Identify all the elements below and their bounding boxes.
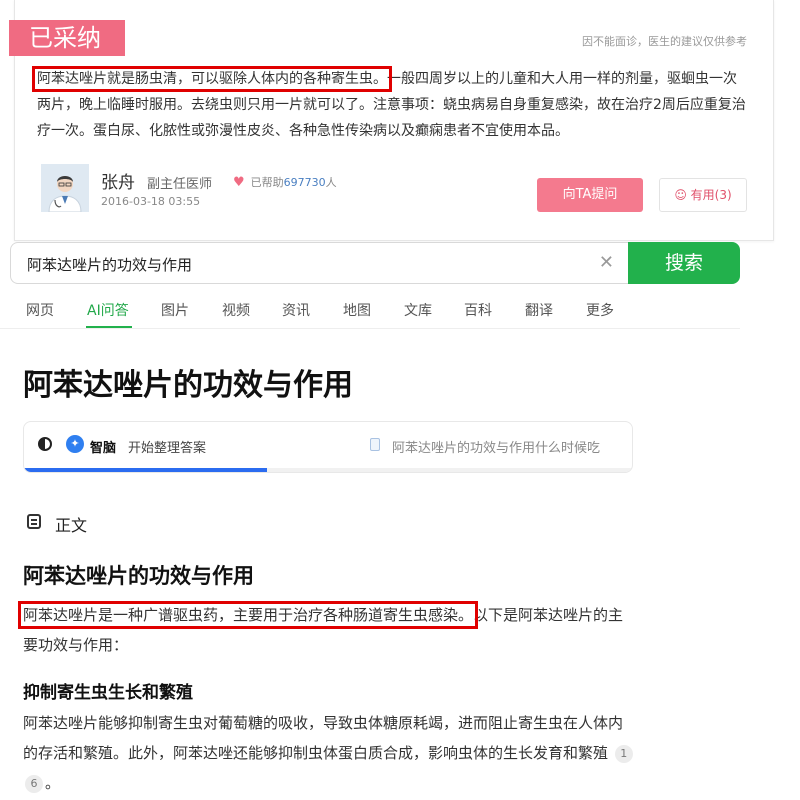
- search-input[interactable]: 阿苯达唑片的功效与作用 ✕: [10, 242, 628, 284]
- search-button[interactable]: 搜索: [628, 242, 740, 284]
- search-tabs: 网页 AI问答 图片 视频 资讯 地图 文库 百科 翻译 更多: [0, 300, 740, 328]
- tab-library[interactable]: 文库: [404, 300, 432, 320]
- disclaimer-text: 因不能面诊，医生的建议仅供参考: [582, 35, 747, 48]
- tab-web[interactable]: 网页: [26, 300, 54, 320]
- helped-number: 697730: [283, 176, 326, 189]
- answer-card: 已采纳 因不能面诊，医生的建议仅供参考 阿苯达唑片就是肠虫清，可以驱除人体内的各…: [9, 0, 774, 241]
- highlighted-intro-sentence: 阿苯达唑片是一种广谱驱虫药，主要用于治疗各种肠道寄生虫感染。: [17, 601, 479, 629]
- heart-icon: ♥: [233, 175, 245, 190]
- intro-paragraph: 阿苯达唑片是一种广谱驱虫药，主要用于治疗各种肠道寄生虫感染。以下是阿苯达唑片的主…: [17, 600, 635, 660]
- helped-suffix: 人: [325, 176, 337, 189]
- ai-answer-panel: ✦ 智脑 开始整理答案 阿苯达唑片的功效与作用什么时候吃: [23, 421, 633, 473]
- useful-label: 有用(3): [690, 188, 732, 202]
- ask-doctor-button[interactable]: 向TA提问: [537, 178, 643, 212]
- tab-video[interactable]: 视频: [222, 300, 250, 320]
- helped-count: ♥ 已帮助697730人: [233, 174, 337, 190]
- citation-badge[interactable]: 6: [25, 775, 43, 793]
- doctor-name[interactable]: 张舟: [101, 168, 135, 193]
- close-icon[interactable]: ✕: [599, 252, 614, 273]
- body-text: 阿苯达唑片能够抑制寄生虫对葡萄糖的吸收，导致虫体糖原耗竭，进而阻止寄生虫在人体内…: [23, 714, 624, 762]
- body-paragraph: 阿苯达唑片能够抑制寄生虫对葡萄糖的吸收，导致虫体糖原耗竭，进而阻止寄生虫在人体内…: [23, 708, 635, 798]
- tab-maps[interactable]: 地图: [343, 300, 371, 320]
- document-icon: [370, 438, 380, 451]
- highlighted-answer-sentence: 阿苯达唑片就是肠虫清，可以驱除人体内的各种寄生虫。: [32, 66, 392, 92]
- tabs-divider: [0, 328, 740, 329]
- citation-badge[interactable]: 1: [614, 745, 633, 763]
- tab-images[interactable]: 图片: [161, 300, 189, 320]
- page-title: 阿苯达唑片的功效与作用: [23, 368, 353, 403]
- helped-prefix: 已帮助: [250, 176, 284, 189]
- section-heading: 抑制寄生虫生长和繁殖: [23, 683, 193, 703]
- accepted-badge: 已采纳: [9, 20, 125, 56]
- contrast-toggle-icon[interactable]: [38, 437, 52, 451]
- ai-progress-track: [24, 468, 632, 472]
- document-text-icon: [27, 514, 41, 529]
- doctor-avatar[interactable]: [41, 164, 89, 212]
- doctor-portrait-icon: [41, 164, 89, 212]
- content-title: 阿苯达唑片的功效与作用: [23, 564, 254, 588]
- tab-more[interactable]: 更多: [586, 300, 614, 320]
- tab-baike[interactable]: 百科: [464, 300, 492, 320]
- section-label: 正文: [55, 516, 88, 535]
- zhinao-logo-icon: ✦: [66, 435, 84, 453]
- search-query-text: 阿苯达唑片的功效与作用: [27, 256, 193, 274]
- smile-icon: ☺: [674, 188, 687, 202]
- tab-ai-qa[interactable]: AI问答: [87, 300, 129, 320]
- ai-status-text: 开始整理答案: [128, 441, 207, 456]
- answer-timestamp: 2016-03-18 03:55: [101, 195, 201, 208]
- related-query-link[interactable]: 阿苯达唑片的功效与作用什么时候吃: [392, 437, 600, 456]
- ai-brand-name: 智脑: [90, 441, 117, 456]
- useful-button[interactable]: ☺ 有用(3): [659, 178, 747, 212]
- doctor-title: 副主任医师: [147, 177, 213, 192]
- answer-text: 阿苯达唑片就是肠虫清，可以驱除人体内的各种寄生虫。一般四周岁以上的儿童和大人用一…: [32, 66, 747, 144]
- tab-translate[interactable]: 翻译: [525, 300, 553, 320]
- body-text-end: 。: [45, 774, 61, 792]
- ai-progress-bar: [24, 468, 268, 472]
- tab-news[interactable]: 资讯: [282, 300, 310, 320]
